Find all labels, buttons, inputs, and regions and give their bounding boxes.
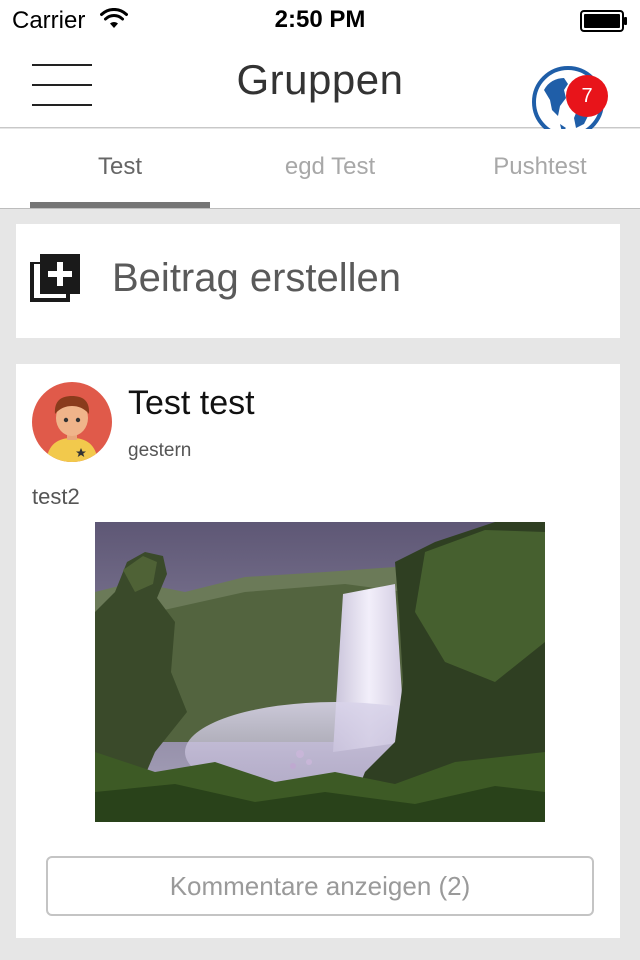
add-post-icon — [30, 254, 80, 302]
status-time: 2:50 PM — [274, 6, 366, 33]
post-image[interactable] — [95, 522, 545, 822]
post-timestamp: gestern — [128, 440, 192, 461]
active-tab-indicator — [30, 202, 210, 208]
post-author[interactable]: Test test — [128, 384, 255, 423]
create-post-button[interactable]: Beitrag erstellen — [16, 224, 620, 338]
tab-test[interactable]: Test — [30, 129, 210, 209]
tab-pushtest[interactable]: Pushtest — [450, 129, 630, 209]
post-card: Test test gestern test2 Kommentare anzei… — [16, 364, 620, 938]
tab-egd-test[interactable]: egd Test — [240, 129, 420, 209]
avatar[interactable] — [32, 382, 112, 462]
show-comments-button[interactable]: Kommentare anzeigen (2) — [46, 856, 594, 916]
battery-icon — [580, 10, 627, 32]
group-tabs: Test egd Test Pushtest — [0, 129, 640, 209]
status-bar: Carrier 2:50 PM — [0, 0, 640, 40]
post-text: test2 — [32, 484, 80, 509]
notification-badge: 7 — [566, 75, 608, 117]
create-post-label: Beitrag erstellen — [112, 256, 402, 300]
nav-bar: Gruppen 7 — [0, 40, 640, 138]
